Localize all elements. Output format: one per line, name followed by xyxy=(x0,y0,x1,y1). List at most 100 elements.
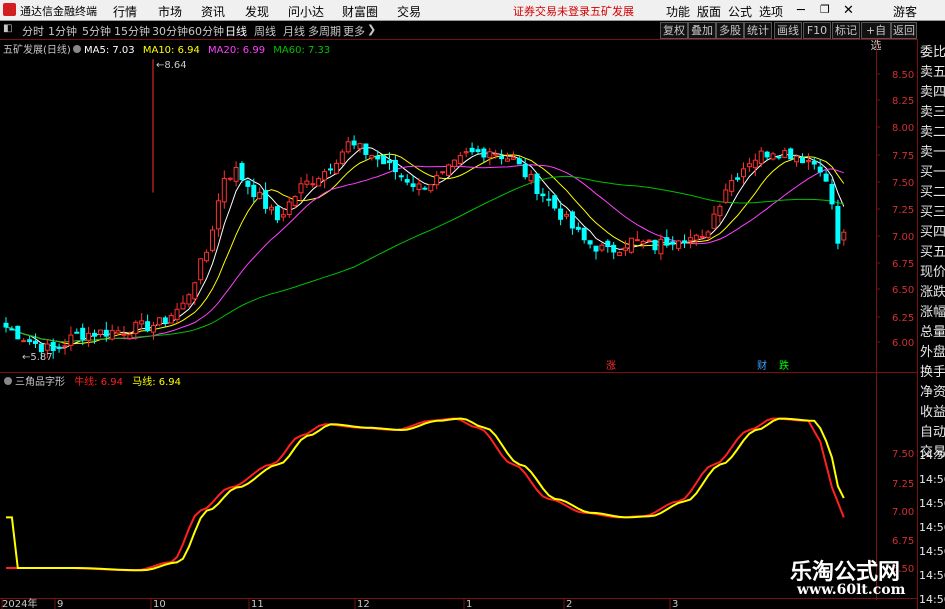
candle-body[interactable] xyxy=(605,240,611,248)
candle-body[interactable] xyxy=(823,173,829,182)
candle-body[interactable] xyxy=(328,168,333,171)
candle-body[interactable] xyxy=(782,150,788,158)
tab-period-day[interactable]: 日线 xyxy=(225,23,247,39)
side-item-3[interactable]: 卖三 xyxy=(920,101,945,120)
candle-body[interactable] xyxy=(552,195,558,209)
candle-body[interactable] xyxy=(139,320,145,325)
candle-body[interactable] xyxy=(68,334,74,346)
biaoji-button[interactable]: 标记 xyxy=(832,22,860,39)
diejia-button[interactable]: 叠加 xyxy=(688,22,716,39)
tongji-button[interactable]: 统计 xyxy=(744,22,772,39)
candle-body[interactable] xyxy=(109,329,115,340)
candle-body[interactable] xyxy=(811,160,817,165)
side-item-2[interactable]: 卖四 xyxy=(920,81,945,100)
side-item-12[interactable]: 涨跌 xyxy=(920,281,945,300)
candle-body[interactable] xyxy=(103,329,109,337)
candle-body[interactable] xyxy=(145,321,151,332)
candle-body[interactable] xyxy=(133,321,139,334)
candle-body[interactable] xyxy=(9,328,15,331)
candle-body[interactable] xyxy=(440,171,446,174)
candle-body[interactable] xyxy=(640,240,646,245)
candle-body[interactable] xyxy=(156,317,162,326)
candle-body[interactable] xyxy=(292,195,298,206)
login-notice[interactable]: 证券交易未登录 xyxy=(513,3,590,19)
candle-body[interactable] xyxy=(475,149,481,152)
tab-period-60min[interactable]: 60分钟 xyxy=(188,23,224,39)
candle-body[interactable] xyxy=(428,184,434,192)
minimize-icon[interactable]: ─ xyxy=(797,3,805,18)
candle-body[interactable] xyxy=(174,308,180,320)
candle-body[interactable] xyxy=(599,244,605,251)
candle-body[interactable] xyxy=(729,180,735,192)
candle-body[interactable] xyxy=(363,143,369,155)
candle-body[interactable] xyxy=(21,340,27,343)
candle-body[interactable] xyxy=(693,234,699,241)
candle-body[interactable] xyxy=(835,206,841,244)
candle-body[interactable] xyxy=(534,173,540,194)
tab-period-month[interactable]: 月线 xyxy=(283,23,305,39)
candle-body[interactable] xyxy=(298,183,304,194)
candle-body[interactable] xyxy=(274,206,280,221)
candle-body[interactable] xyxy=(682,240,687,244)
side-item-11[interactable]: 现价 xyxy=(920,261,945,280)
candle-body[interactable] xyxy=(44,343,50,351)
side-item-13[interactable]: 涨幅 xyxy=(920,301,945,320)
candle-body[interactable] xyxy=(151,324,156,333)
tab-period-30min[interactable]: 30分钟 xyxy=(152,23,188,39)
candle-body[interactable] xyxy=(168,315,174,324)
candle-body[interactable] xyxy=(587,240,593,245)
side-item-16[interactable]: 换手 xyxy=(920,361,945,380)
tab-period-5min[interactable]: 5分钟 xyxy=(82,23,111,39)
candle-body[interactable] xyxy=(74,331,80,334)
candle-body[interactable] xyxy=(446,164,451,176)
candle-body[interactable] xyxy=(115,330,121,334)
candle-body[interactable] xyxy=(687,237,693,242)
candle-body[interactable] xyxy=(670,241,676,245)
candle-body[interactable] xyxy=(257,191,263,200)
candle-body[interactable] xyxy=(410,183,416,187)
candle-body[interactable] xyxy=(516,158,522,165)
menu-caifuquan[interactable]: 财富圈 xyxy=(342,3,378,20)
candle-body[interactable] xyxy=(280,214,286,218)
tab-period-fenshi[interactable]: 分时 xyxy=(22,23,44,39)
menu-shichang[interactable]: 市场 xyxy=(158,3,182,20)
side-item-7[interactable]: 买二 xyxy=(920,181,945,200)
event-marker-die[interactable]: 跌 xyxy=(779,359,789,372)
candle-body[interactable] xyxy=(493,153,499,156)
side-item-6[interactable]: 买一 xyxy=(920,161,945,180)
menu-xuanxiang[interactable]: 选项 xyxy=(759,3,783,20)
f10-button[interactable]: F10 xyxy=(803,22,831,39)
close-icon[interactable]: ✕ xyxy=(843,3,854,18)
candle-body[interactable] xyxy=(434,175,440,186)
candle-body[interactable] xyxy=(676,240,682,249)
side-item-4[interactable]: 卖二 xyxy=(920,121,945,140)
candle-body[interactable] xyxy=(127,334,133,339)
candle-body[interactable] xyxy=(558,208,564,220)
candle-body[interactable] xyxy=(770,153,776,160)
candle-body[interactable] xyxy=(788,148,794,160)
side-item-18[interactable]: 收益 xyxy=(920,401,945,420)
candle-body[interactable] xyxy=(658,238,664,255)
candle-body[interactable] xyxy=(746,163,752,168)
candle-body[interactable] xyxy=(245,180,251,187)
candle-body[interactable] xyxy=(192,282,198,300)
candle-body[interactable] xyxy=(56,346,62,349)
candle-body[interactable] xyxy=(805,160,811,163)
candle-body[interactable] xyxy=(628,237,634,253)
candle-body[interactable] xyxy=(15,325,21,340)
candle-body[interactable] xyxy=(233,166,239,182)
candle-body[interactable] xyxy=(699,235,705,238)
candle-body[interactable] xyxy=(581,227,587,241)
candle-body[interactable] xyxy=(764,151,770,158)
huaxian-button[interactable]: 画线 xyxy=(774,22,802,39)
side-item-8[interactable]: 买三 xyxy=(920,201,945,220)
candle-body[interactable] xyxy=(528,174,534,182)
candle-body[interactable] xyxy=(27,339,33,343)
menu-gongneng[interactable]: 功能 xyxy=(666,3,690,20)
candle-body[interactable] xyxy=(239,162,245,181)
candle-body[interactable] xyxy=(463,151,469,154)
candle-body[interactable] xyxy=(351,140,357,146)
candle-body[interactable] xyxy=(457,155,463,165)
tab-period-15min[interactable]: 15分钟 xyxy=(114,23,150,39)
add-watchlist-button[interactable]: +自选 xyxy=(861,22,891,52)
